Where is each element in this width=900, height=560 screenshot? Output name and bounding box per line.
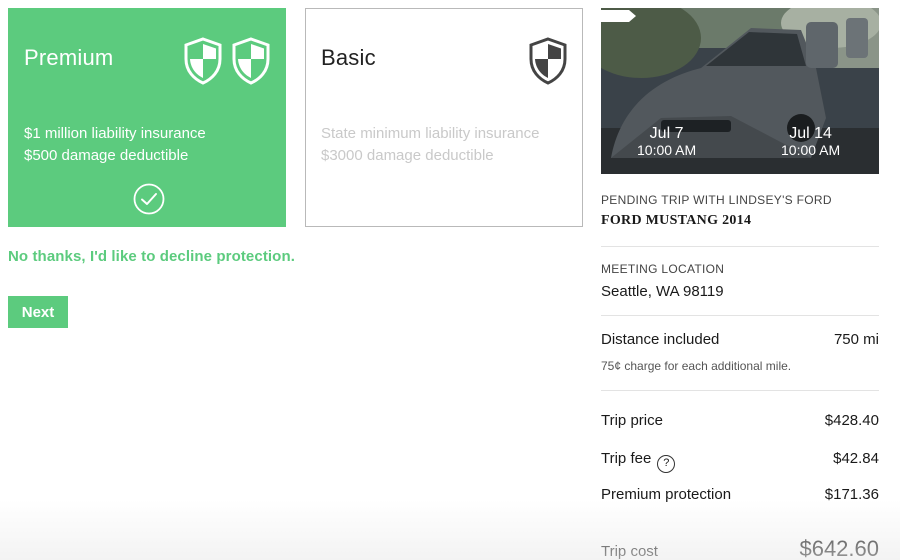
trip-status-label: PENDING TRIP WITH LINDSEY'S FORD — [601, 193, 832, 207]
premium-plan-title: Premium — [24, 45, 114, 70]
divider — [601, 246, 879, 247]
premium-plan-card[interactable]: Premium $1 million liability insurance $… — [8, 8, 286, 227]
divider — [601, 315, 879, 316]
trip-fee-label: Trip fee — [601, 450, 652, 467]
car-photo: Jul 7 10:00 AM Jul 14 10:00 AM — [601, 8, 879, 174]
protection-label: Premium protection — [601, 486, 732, 503]
trip-fee-label-wrap: Trip fee? — [601, 450, 676, 473]
basic-liability: State minimum liability insurance — [321, 125, 540, 142]
premium-plan-details: $1 million liability insurance $500 dama… — [24, 123, 206, 167]
trip-fee-row: Trip fee? $42.84 — [601, 450, 879, 473]
basic-plan-title: Basic — [321, 45, 376, 70]
trip-price-value: $428.40 — [824, 412, 879, 429]
checkout-page: Premium $1 million liability insurance $… — [0, 0, 900, 560]
basic-shields — [528, 37, 568, 85]
trip-price-label: Trip price — [601, 412, 663, 429]
total-label: Trip cost — [601, 543, 658, 560]
trip-start-date: Jul 7 — [649, 125, 684, 142]
trip-fee-value: $42.84 — [833, 450, 879, 467]
meeting-location-label: MEETING LOCATION — [601, 262, 725, 276]
shield-icon — [232, 37, 270, 85]
basic-plan-details: State minimum liability insurance $3000 … — [321, 123, 539, 167]
trip-start-time: 10:00 AM — [637, 142, 697, 158]
trip-heading: PENDING TRIP WITH LINDSEY'S FORD FORD MU… — [601, 193, 879, 229]
decline-protection-link[interactable]: No thanks, I'd like to decline protectio… — [8, 248, 295, 265]
total-value: $642.60 — [799, 536, 879, 560]
arrow-right-icon — [601, 10, 636, 22]
meeting-location-value: Seattle, WA 98119 — [601, 283, 724, 300]
trip-end-date: Jul 14 — [789, 125, 832, 142]
protection-row: Premium protection $171.36 — [601, 486, 879, 503]
next-button[interactable]: Next — [8, 296, 68, 328]
premium-liability: $1 million liability insurance — [24, 125, 206, 142]
trip-price-row: Trip price $428.40 — [601, 412, 879, 429]
distance-value: 750 mi — [833, 331, 879, 348]
car-name: FORD MUSTANG 2014 — [601, 213, 752, 228]
divider — [601, 390, 879, 391]
distance-label: Distance included — [601, 331, 720, 348]
trip-end-time: 10:00 AM — [781, 142, 841, 158]
basic-deductible: $3000 damage deductible — [321, 147, 494, 164]
distance-row: Distance included 750 mi — [601, 331, 879, 348]
premium-shields — [183, 37, 271, 85]
shield-icon — [184, 37, 222, 85]
trip-end: Jul 14 10:00 AM — [781, 125, 841, 159]
premium-deductible: $500 damage deductible — [24, 147, 189, 164]
distance-note: 75¢ charge for each additional mile. — [601, 359, 792, 373]
check-circle-icon — [133, 183, 165, 215]
trip-start: Jul 7 10:00 AM — [637, 125, 697, 159]
meeting-location: MEETING LOCATION Seattle, WA 98119 — [601, 262, 879, 300]
total-row: Trip cost $642.60 — [601, 536, 879, 560]
help-icon[interactable]: ? — [657, 455, 676, 473]
shield-icon — [529, 37, 567, 85]
protection-value: $171.36 — [824, 486, 879, 503]
basic-plan-card[interactable]: Basic State minimum liability insurance … — [305, 8, 583, 227]
